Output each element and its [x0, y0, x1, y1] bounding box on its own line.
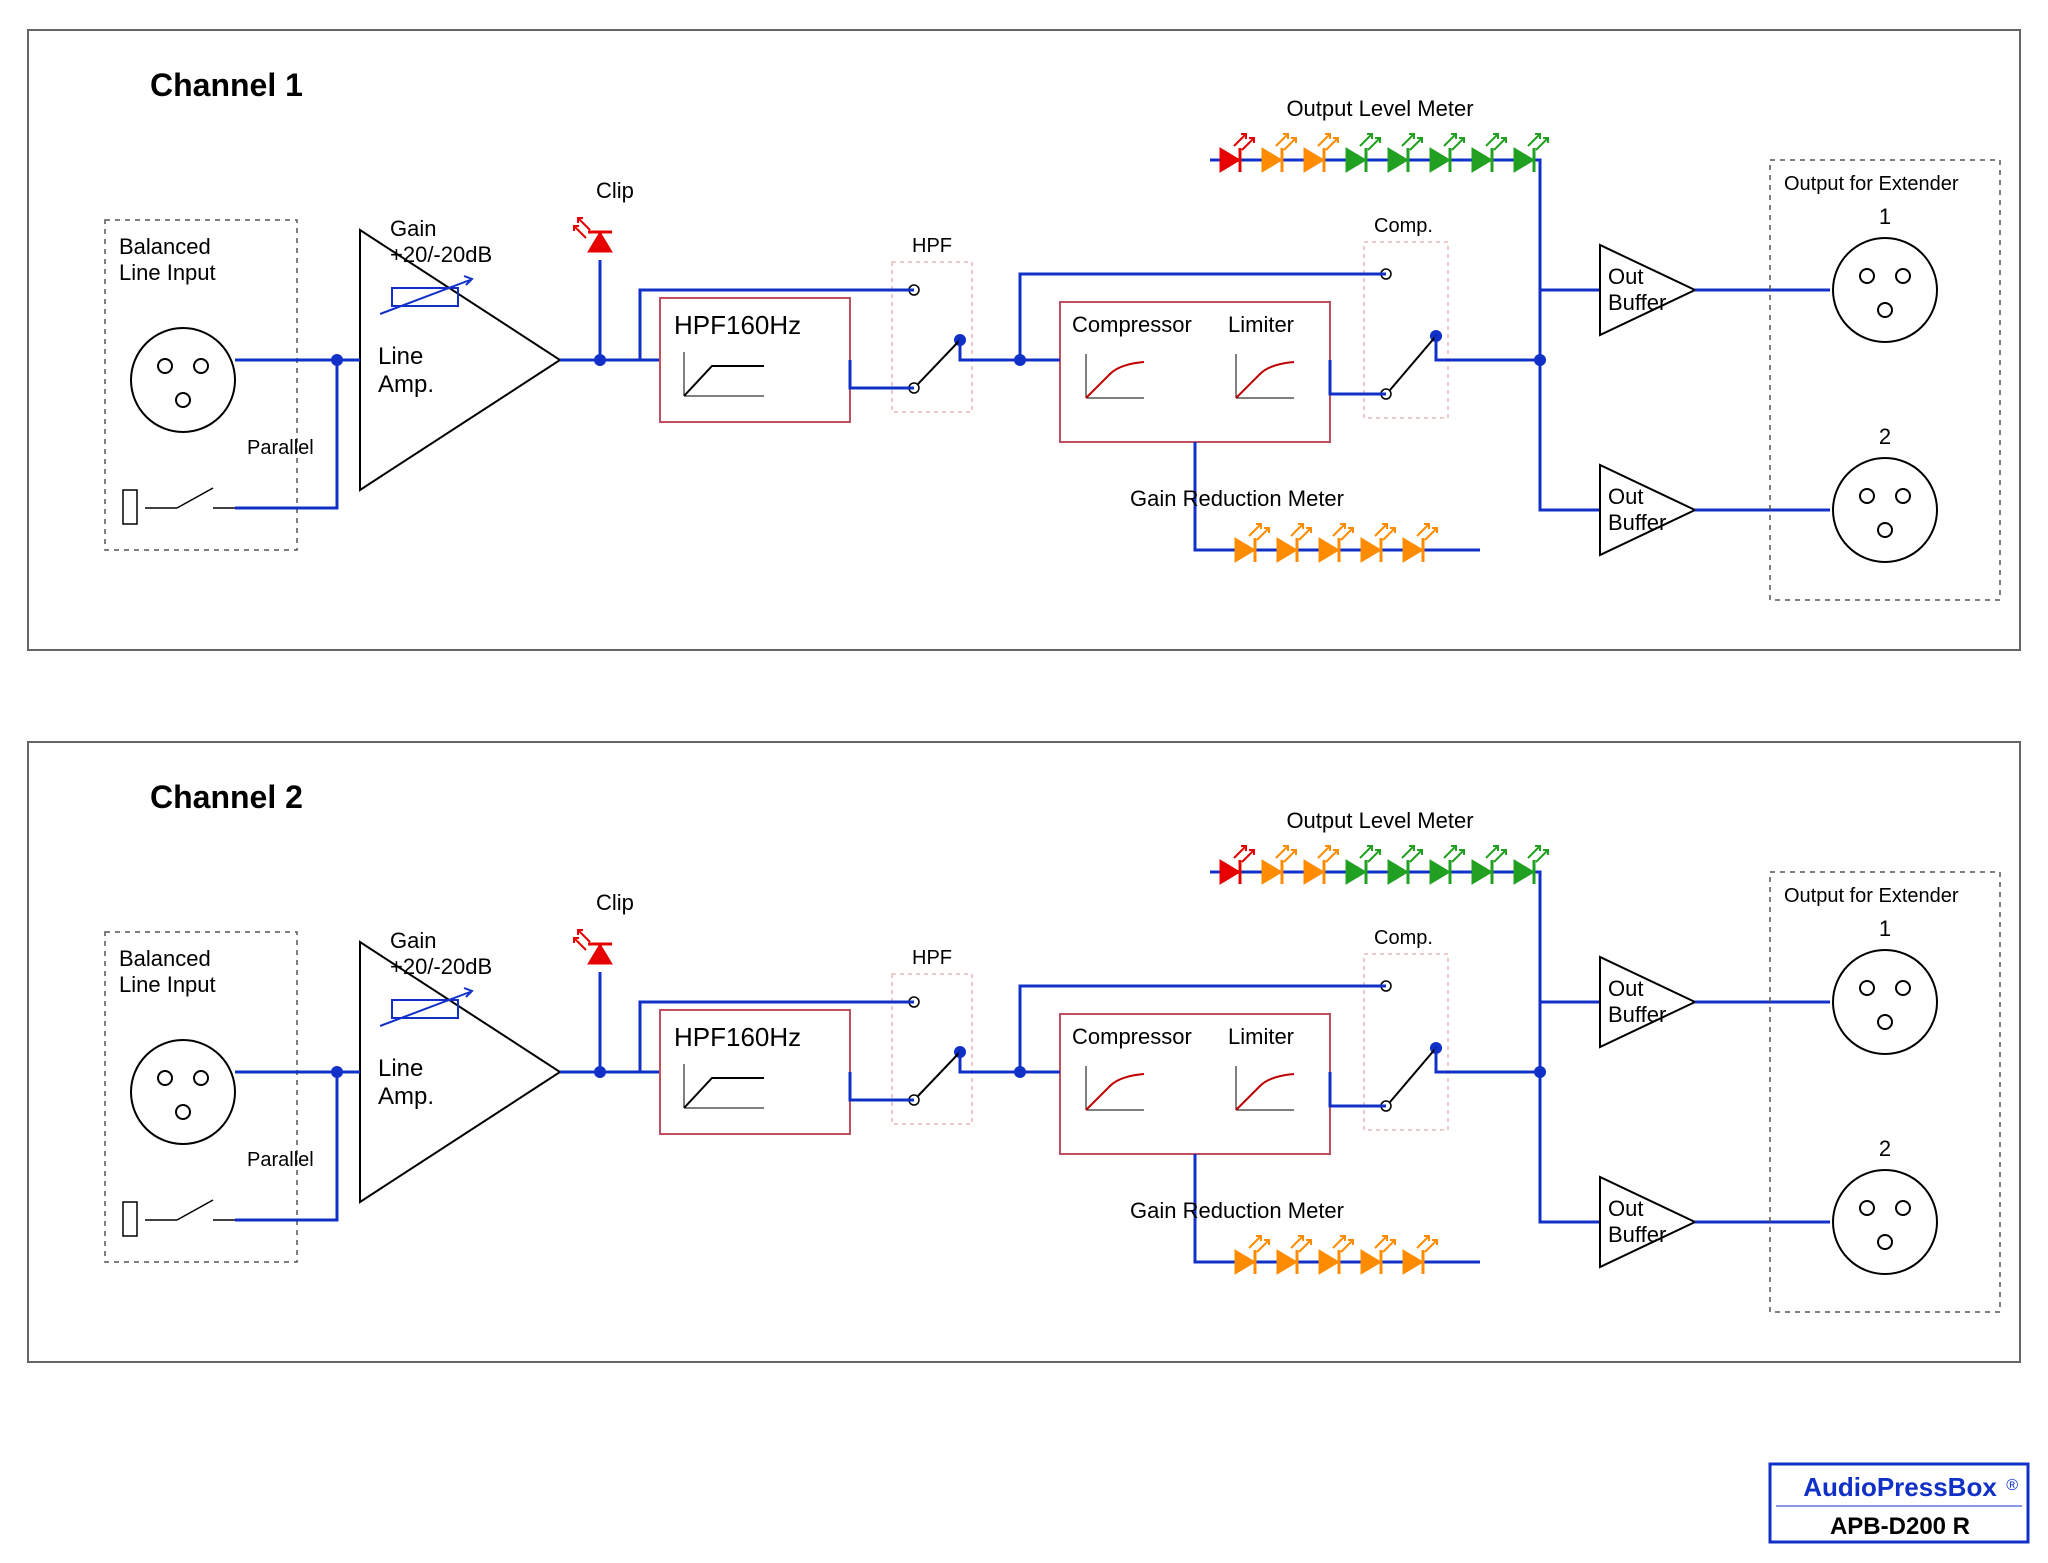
compressor-label: Compressor: [1072, 312, 1192, 337]
gain-reduction-led: [1361, 1236, 1395, 1274]
output-level-led: [1472, 846, 1506, 884]
gain-reduction-led: [1403, 524, 1437, 562]
channel-block: Channel 2 BalancedLine Input Parallel LineA…: [28, 742, 2020, 1362]
output-level-led: [1304, 846, 1338, 884]
channel-title: Channel 2: [150, 779, 303, 815]
channel-block: Channel 1 BalancedLine Input Parallel LineA…: [28, 30, 2020, 650]
channel-title: Channel 1: [150, 67, 303, 103]
compressor-curve-icon: [1080, 1060, 1150, 1116]
signal-wire: [1436, 1048, 1540, 1072]
gain-trim-icon: [380, 988, 472, 1026]
clip-label: Clip: [596, 178, 634, 203]
output-level-meter-label: Output Level Meter: [1286, 96, 1473, 121]
hpf-curve-icon: [684, 352, 764, 396]
balanced-input-label: BalancedLine Input: [119, 946, 216, 997]
output-level-led: [1430, 846, 1464, 884]
output-level-led: [1262, 134, 1296, 172]
xlr-output-1-icon: [1833, 238, 1937, 342]
output-level-led: [1472, 134, 1506, 172]
hpf-switch-label: HPF: [912, 947, 952, 969]
output-number: 1: [1879, 916, 1891, 941]
limiter-curve-icon: [1230, 348, 1300, 404]
line-amp-label: LineAmp.: [378, 1055, 434, 1110]
gain-label: Gain+20/-20dB: [390, 928, 492, 979]
output-extender-label: Output for Extender: [1784, 885, 1959, 907]
signal-wire: [960, 340, 1020, 360]
clip-led-icon: [574, 218, 612, 252]
parallel-switch-icon: [123, 488, 235, 524]
gain-reduction-led: [1403, 1236, 1437, 1274]
output-level-led: [1346, 846, 1380, 884]
hpf-switch-label: HPF: [912, 235, 952, 257]
signal-wire: [1540, 1002, 1600, 1072]
xlr-input-icon: [131, 328, 235, 432]
output-level-led: [1220, 846, 1254, 884]
signal-wire: [1330, 360, 1386, 394]
model-number: APB-D200 R: [1830, 1513, 1970, 1540]
gain-reduction-meter-label: Gain Reduction Meter: [1130, 486, 1344, 511]
signal-wire: [1540, 360, 1600, 510]
output-number: 2: [1879, 1136, 1891, 1161]
clip-led-icon: [574, 930, 612, 964]
signal-wire: [235, 1072, 337, 1220]
signal-wire: [1330, 1072, 1386, 1106]
output-level-led: [1514, 846, 1548, 884]
signal-wire: [1540, 1072, 1600, 1222]
xlr-output-2-icon: [1833, 1170, 1937, 1274]
line-amp-label: LineAmp.: [378, 343, 434, 398]
limiter-curve-icon: [1230, 1060, 1300, 1116]
output-level-led: [1262, 846, 1296, 884]
gain-reduction-led: [1361, 524, 1395, 562]
brand-name: AudioPressBox: [1803, 1472, 1997, 1502]
signal-wire: [850, 360, 914, 388]
signal-wire: [1436, 336, 1540, 360]
compressor-curve-icon: [1080, 348, 1150, 404]
output-number: 1: [1879, 204, 1891, 229]
output-extender-label: Output for Extender: [1784, 173, 1959, 195]
output-level-led: [1388, 134, 1422, 172]
compressor-label: Compressor: [1072, 1024, 1192, 1049]
xlr-output-1-icon: [1833, 950, 1937, 1054]
hpf-block-label: HPF160Hz: [674, 1022, 801, 1052]
output-level-led: [1220, 134, 1254, 172]
parallel-label: Parallel: [247, 1149, 314, 1171]
comp-switch-label: Comp.: [1374, 215, 1433, 237]
output-level-led: [1514, 134, 1548, 172]
gain-trim-icon: [380, 276, 472, 314]
gain-reduction-led: [1235, 524, 1269, 562]
signal-flow-diagram: Channel 1 BalancedLine Input Parallel LineA…: [0, 0, 2048, 1563]
svg-text:®: ®: [2006, 1477, 2018, 1494]
gain-reduction-led: [1319, 1236, 1353, 1274]
clip-label: Clip: [596, 890, 634, 915]
output-level-led: [1430, 134, 1464, 172]
output-level-meter-label: Output Level Meter: [1286, 808, 1473, 833]
hpf-block-label: HPF160Hz: [674, 310, 801, 340]
output-level-led: [1304, 134, 1338, 172]
gain-reduction-led: [1319, 524, 1353, 562]
output-level-led: [1346, 134, 1380, 172]
comp-switch-label: Comp.: [1374, 927, 1433, 949]
gain-reduction-led: [1277, 524, 1311, 562]
xlr-output-2-icon: [1833, 458, 1937, 562]
signal-wire: [235, 360, 337, 508]
balanced-input-label: BalancedLine Input: [119, 234, 216, 285]
gain-reduction-meter-label: Gain Reduction Meter: [1130, 1198, 1344, 1223]
xlr-input-icon: [131, 1040, 235, 1144]
output-number: 2: [1879, 424, 1891, 449]
parallel-label: Parallel: [247, 437, 314, 459]
output-level-led: [1388, 846, 1422, 884]
gain-reduction-led: [1277, 1236, 1311, 1274]
limiter-label: Limiter: [1228, 312, 1294, 337]
limiter-label: Limiter: [1228, 1024, 1294, 1049]
signal-wire: [850, 1072, 914, 1100]
gain-label: Gain+20/-20dB: [390, 216, 492, 267]
signal-wire: [960, 1052, 1020, 1072]
signal-wire: [1540, 290, 1600, 360]
hpf-curve-icon: [684, 1064, 764, 1108]
gain-reduction-led: [1235, 1236, 1269, 1274]
brand-badge: AudioPressBox ® APB-D200 R: [1770, 1464, 2028, 1542]
parallel-switch-icon: [123, 1200, 235, 1236]
